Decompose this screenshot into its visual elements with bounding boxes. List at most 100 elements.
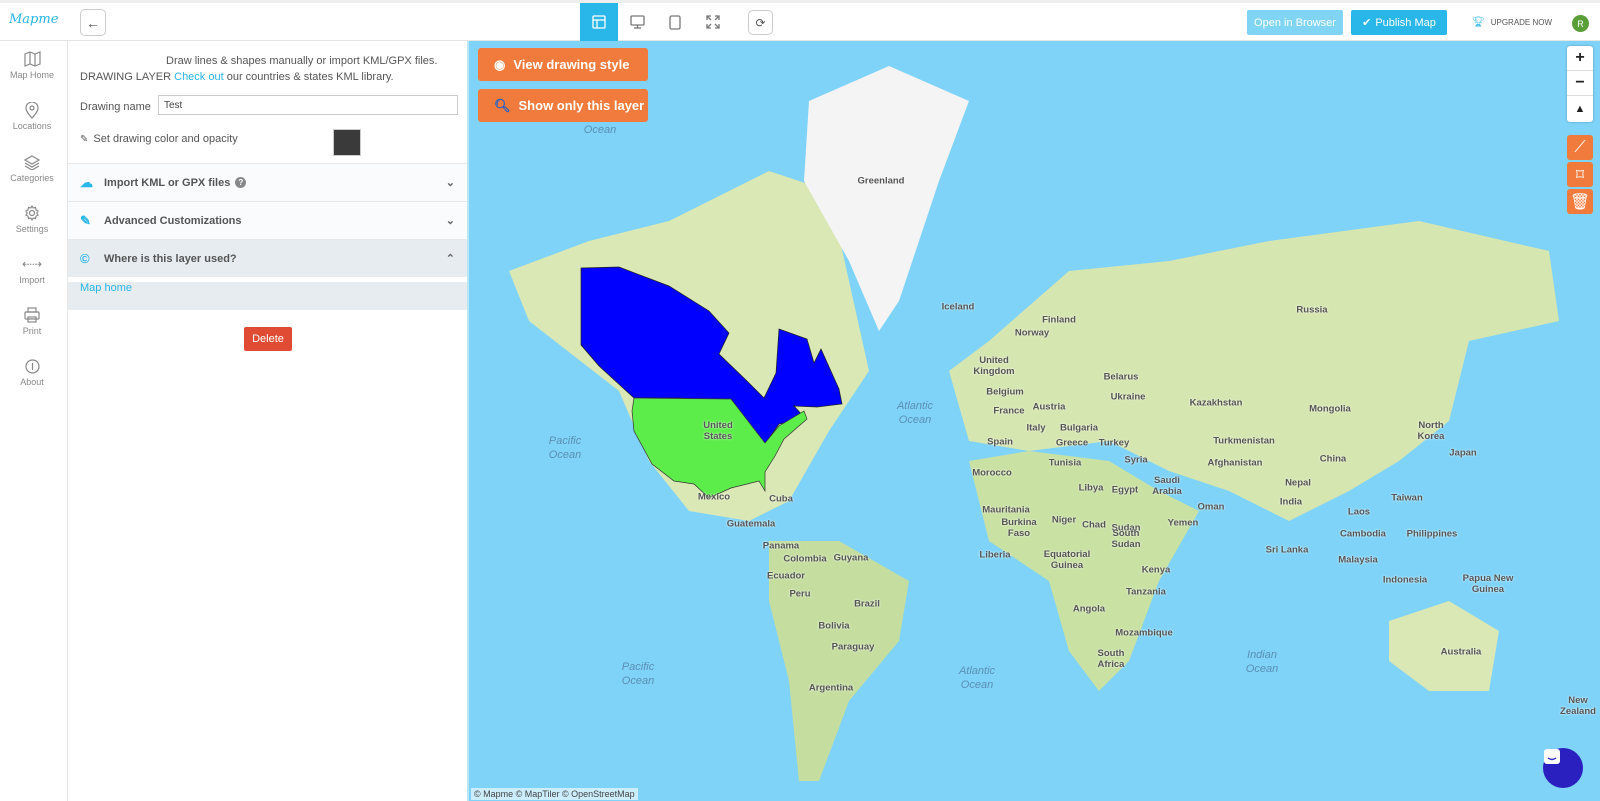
zoom-in-button[interactable]: + <box>1567 46 1593 71</box>
drawing-layer-panel: Draw lines & shapes manually or import K… <box>68 41 469 801</box>
nav-print[interactable]: Print <box>0 304 64 336</box>
nav-label: Map Home <box>9 70 54 80</box>
country-label: Norway <box>1014 327 1050 339</box>
country-label: Chad <box>1082 519 1106 531</box>
nav-map-home[interactable]: Map Home <box>0 48 64 80</box>
nav-label: Settings <box>15 224 49 234</box>
trash-icon: 🗑︎ <box>1569 193 1591 211</box>
country-label: United States <box>703 420 733 442</box>
section-import-kml[interactable]: ☁ Import KML or GPX files ? ⌄ <box>68 163 467 201</box>
country-label: Panama <box>762 540 800 552</box>
user-avatar[interactable]: R <box>1572 15 1589 32</box>
nav-import[interactable]: ⇠⇢ Import <box>0 253 64 285</box>
country-label: Finland <box>1042 314 1076 326</box>
draw-polygon-button[interactable]: ⌑ <box>1567 162 1593 187</box>
delete-button[interactable]: Delete <box>244 327 292 351</box>
country-label: India <box>1279 496 1303 508</box>
country-label: Egypt <box>1111 484 1139 496</box>
country-label: Cambodia <box>1340 528 1386 540</box>
intro-text: Draw lines & shapes manually or import K… <box>80 53 437 85</box>
fullscreen-button[interactable] <box>694 3 732 41</box>
country-label: Ukraine <box>1110 391 1146 403</box>
map-icon <box>23 51 41 67</box>
country-label: Tanzania <box>1126 586 1166 598</box>
map-canvas[interactable]: Greenland Iceland Russia Finland Norway Unite… <box>469 41 1600 801</box>
refresh-button[interactable]: ⟳ <box>748 10 773 35</box>
back-button[interactable]: ← <box>80 9 106 36</box>
country-label: United Kingdom <box>973 355 1015 377</box>
country-label: Japan <box>1449 447 1477 459</box>
refresh-icon: ⟳ <box>755 15 766 30</box>
country-label: Italy <box>1026 422 1046 434</box>
country-label: Syria <box>1124 454 1148 466</box>
country-label: Turkey <box>1098 437 1130 449</box>
chat-launcher-button[interactable] <box>1543 748 1583 788</box>
country-label: Saudi Arabia <box>1152 475 1182 497</box>
section-advanced-customizations[interactable]: ✎ Advanced Customizations ⌄ <box>68 201 467 239</box>
view-drawing-style-button[interactable]: ◉ View drawing style <box>478 48 648 81</box>
section-where-used[interactable]: © Where is this layer used? ⌃ <box>68 239 467 277</box>
country-label: Libya <box>1078 482 1104 494</box>
draw-line-button[interactable]: ⟋ <box>1567 135 1593 160</box>
upgrade-label: UPGRADE NOW <box>1490 18 1553 27</box>
nav-settings[interactable]: Settings <box>0 202 64 234</box>
check-icon: ✔ <box>1362 17 1372 29</box>
nav-label: Import <box>19 275 45 285</box>
ocean-label: Indian Ocean <box>1245 649 1279 675</box>
nav-locations[interactable]: Locations <box>0 99 64 131</box>
magnifier-icon: 🔍︎ <box>494 97 511 113</box>
publish-map-button[interactable]: ✔ Publish Map <box>1351 10 1447 35</box>
delete-shape-button[interactable]: 🗑︎ <box>1567 189 1593 214</box>
compass-button[interactable]: ▲ <box>1567 96 1593 121</box>
ocean-label: Pacific Ocean <box>548 435 582 461</box>
help-icon[interactable]: ? <box>235 177 247 188</box>
upgrade-now-link[interactable]: 🏆︎ UPGRADE NOW <box>1472 17 1552 28</box>
chevron-down-icon: ⌄ <box>445 177 455 189</box>
nav-label: Locations <box>12 121 52 131</box>
editor-view-button[interactable] <box>580 3 618 41</box>
country-label: Mauritania <box>982 504 1030 516</box>
expand-icon <box>706 15 720 29</box>
country-label: Tunisia <box>1048 457 1082 469</box>
nav-categories[interactable]: Categories <box>0 151 64 183</box>
country-label: Belgium <box>986 386 1024 398</box>
chevron-down-icon: ⌄ <box>445 215 455 227</box>
drawing-name-input[interactable] <box>158 95 458 115</box>
country-label: Mozambique <box>1115 627 1173 639</box>
ocean-label: Atlantic Ocean <box>896 400 934 426</box>
desktop-icon <box>629 15 645 29</box>
country-label: South Africa <box>1097 648 1125 670</box>
arrows-icon: ⇠⇢ <box>21 257 43 271</box>
nav-about[interactable]: About <box>0 355 64 387</box>
country-label: Cuba <box>769 493 793 505</box>
zoom-out-button[interactable]: − <box>1567 71 1593 96</box>
country-label: Kenya <box>1141 564 1171 576</box>
info-icon <box>24 358 40 374</box>
country-label: Colombia <box>783 553 827 565</box>
country-label: Bolivia <box>818 620 850 632</box>
country-label: Brazil <box>854 598 880 610</box>
map-attribution: © Mapme © MapTiler © OpenStreetMap <box>471 788 638 800</box>
country-label: Indonesia <box>1382 574 1428 586</box>
publish-label: Publish Map <box>1375 16 1436 29</box>
country-label: Argentina <box>808 682 854 694</box>
chevron-up-icon: ⌃ <box>445 253 455 265</box>
desktop-view-button[interactable] <box>618 3 656 41</box>
tablet-view-button[interactable] <box>656 3 694 41</box>
show-only-this-layer-button[interactable]: 🔍︎ Show only this layer <box>478 89 648 122</box>
location-pin-icon <box>25 101 39 119</box>
kml-library-link[interactable]: Check out <box>174 71 224 83</box>
country-label: Greenland <box>857 175 905 187</box>
color-setting-row: ✎ Set drawing color and opacity <box>80 133 238 145</box>
country-label: New Zealand <box>1560 695 1596 717</box>
intro-line-1: Draw lines & shapes manually or import K… <box>166 55 438 67</box>
section-title: Import KML or GPX files <box>104 176 231 189</box>
arrow-left-icon: ← <box>86 14 100 31</box>
ocean-label: Pacific Ocean <box>621 661 655 687</box>
mapme-logo[interactable]: Mapme <box>9 12 58 27</box>
color-swatch[interactable] <box>333 129 361 156</box>
open-in-browser-button[interactable]: Open in Browser <box>1247 10 1343 35</box>
country-label: Iceland <box>941 301 975 313</box>
map-home-link[interactable]: Map home <box>80 282 132 294</box>
color-setting-label: Set drawing color and opacity <box>93 133 238 145</box>
